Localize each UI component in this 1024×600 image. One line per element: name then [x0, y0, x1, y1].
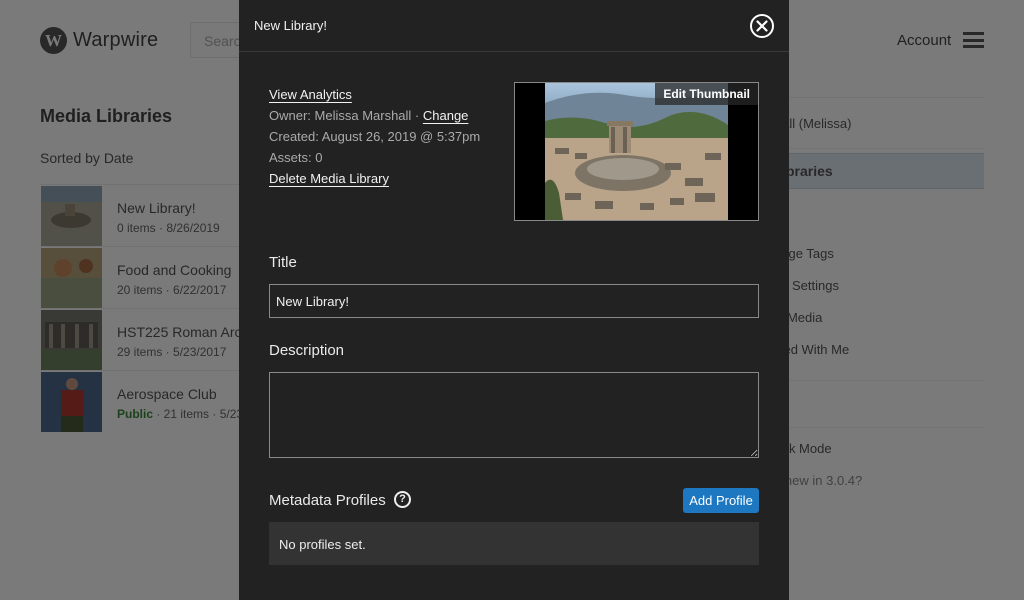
assets-count: Assets: 0: [269, 150, 323, 165]
change-owner-link[interactable]: Change: [423, 108, 469, 123]
title-label: Title: [269, 254, 297, 271]
view-analytics-link[interactable]: View Analytics: [269, 87, 352, 102]
library-info: View Analytics Owner: Melissa Marshall ·…: [269, 84, 480, 189]
delete-library-link[interactable]: Delete Media Library: [269, 171, 389, 186]
no-profiles-text: No profiles set.: [279, 537, 366, 552]
profiles-list: No profiles set.: [269, 522, 759, 565]
owner-text: Owner: Melissa Marshall ·: [269, 108, 423, 123]
modal-title: New Library!: [254, 18, 327, 33]
created-text: Created: August 26, 2019 @ 5:37pm: [269, 129, 481, 144]
library-settings-modal: New Library! View Analytics Owner: Melis…: [239, 0, 789, 600]
description-label: Description: [269, 342, 345, 359]
library-thumbnail-preview: Edit Thumbnail: [514, 82, 759, 221]
description-input[interactable]: [269, 372, 759, 458]
edit-thumbnail-button[interactable]: Edit Thumbnail: [655, 83, 758, 105]
close-icon: [756, 20, 768, 32]
metadata-profiles-label: Metadata Profiles: [269, 492, 386, 509]
close-button[interactable]: [750, 14, 774, 38]
modal-header: New Library!: [239, 0, 789, 52]
title-input[interactable]: [269, 284, 759, 318]
add-profile-button[interactable]: Add Profile: [683, 488, 759, 513]
help-icon[interactable]: ?: [394, 491, 411, 508]
